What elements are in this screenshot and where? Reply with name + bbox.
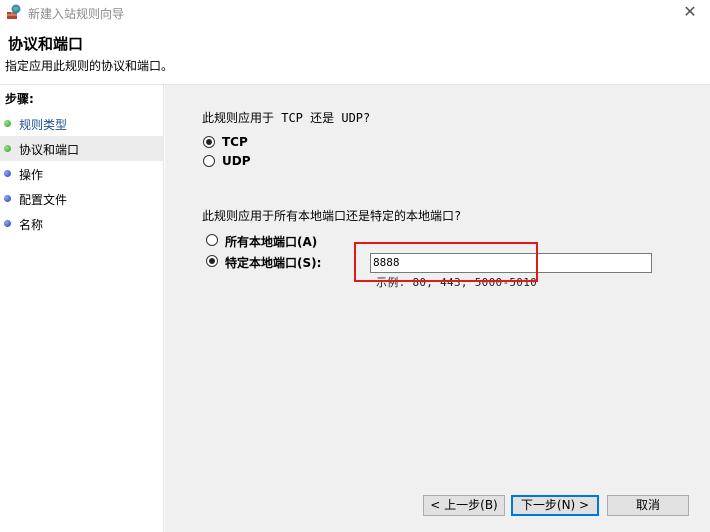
firewall-app-icon bbox=[6, 4, 22, 20]
highlight-box bbox=[354, 242, 538, 282]
step-name[interactable]: 名称 bbox=[0, 211, 163, 236]
all-ports-label[interactable]: 所有本地端口(A) bbox=[225, 233, 317, 250]
specific-ports-radio[interactable] bbox=[206, 255, 218, 267]
specific-ports-label[interactable]: 特定本地端口(S): bbox=[225, 254, 321, 271]
step-pending-icon bbox=[4, 220, 11, 227]
step-complete-icon bbox=[4, 120, 11, 127]
tcp-label[interactable]: TCP bbox=[222, 135, 248, 149]
step-protocol-ports[interactable]: 协议和端口 bbox=[0, 136, 163, 161]
step-profile[interactable]: 配置文件 bbox=[0, 186, 163, 211]
all-ports-radio[interactable] bbox=[206, 234, 218, 246]
steps-label: 步骤: bbox=[5, 92, 34, 106]
page-subtitle: 指定应用此规则的协议和端口。 bbox=[5, 59, 174, 73]
step-current-icon bbox=[4, 145, 11, 152]
step-rule-type[interactable]: 规则类型 bbox=[0, 111, 163, 136]
next-button[interactable]: 下一步(N) > bbox=[511, 495, 599, 516]
window-title: 新建入站规则向导 bbox=[28, 7, 125, 21]
step-pending-icon bbox=[4, 195, 11, 202]
page-title: 协议和端口 bbox=[8, 35, 84, 53]
udp-label[interactable]: UDP bbox=[222, 154, 251, 168]
close-icon[interactable]: ✕ bbox=[670, 0, 710, 26]
cancel-button[interactable]: 取消 bbox=[607, 495, 689, 516]
step-label: 操作 bbox=[19, 168, 44, 182]
step-pending-icon bbox=[4, 170, 11, 177]
tcp-radio[interactable] bbox=[203, 136, 215, 148]
protocol-question: 此规则应用于 TCP 还是 UDP? bbox=[202, 111, 371, 125]
step-label: 规则类型 bbox=[19, 118, 68, 132]
step-action[interactable]: 操作 bbox=[0, 161, 163, 186]
title-bar: 新建入站规则向导 ✕ bbox=[0, 0, 710, 26]
step-label: 名称 bbox=[19, 218, 44, 232]
step-label: 协议和端口 bbox=[19, 143, 80, 157]
wizard-content: 此规则应用于 TCP 还是 UDP? TCP UDP 此规则应用于所有本地端口还… bbox=[165, 85, 710, 532]
step-label: 配置文件 bbox=[19, 193, 68, 207]
steps-sidebar: 步骤: 规则类型 协议和端口 操作 配置文件 名称 bbox=[0, 85, 164, 532]
udp-radio[interactable] bbox=[203, 155, 215, 167]
ports-question: 此规则应用于所有本地端口还是特定的本地端口? bbox=[202, 209, 462, 223]
back-button[interactable]: < 上一步(B) bbox=[423, 495, 505, 516]
